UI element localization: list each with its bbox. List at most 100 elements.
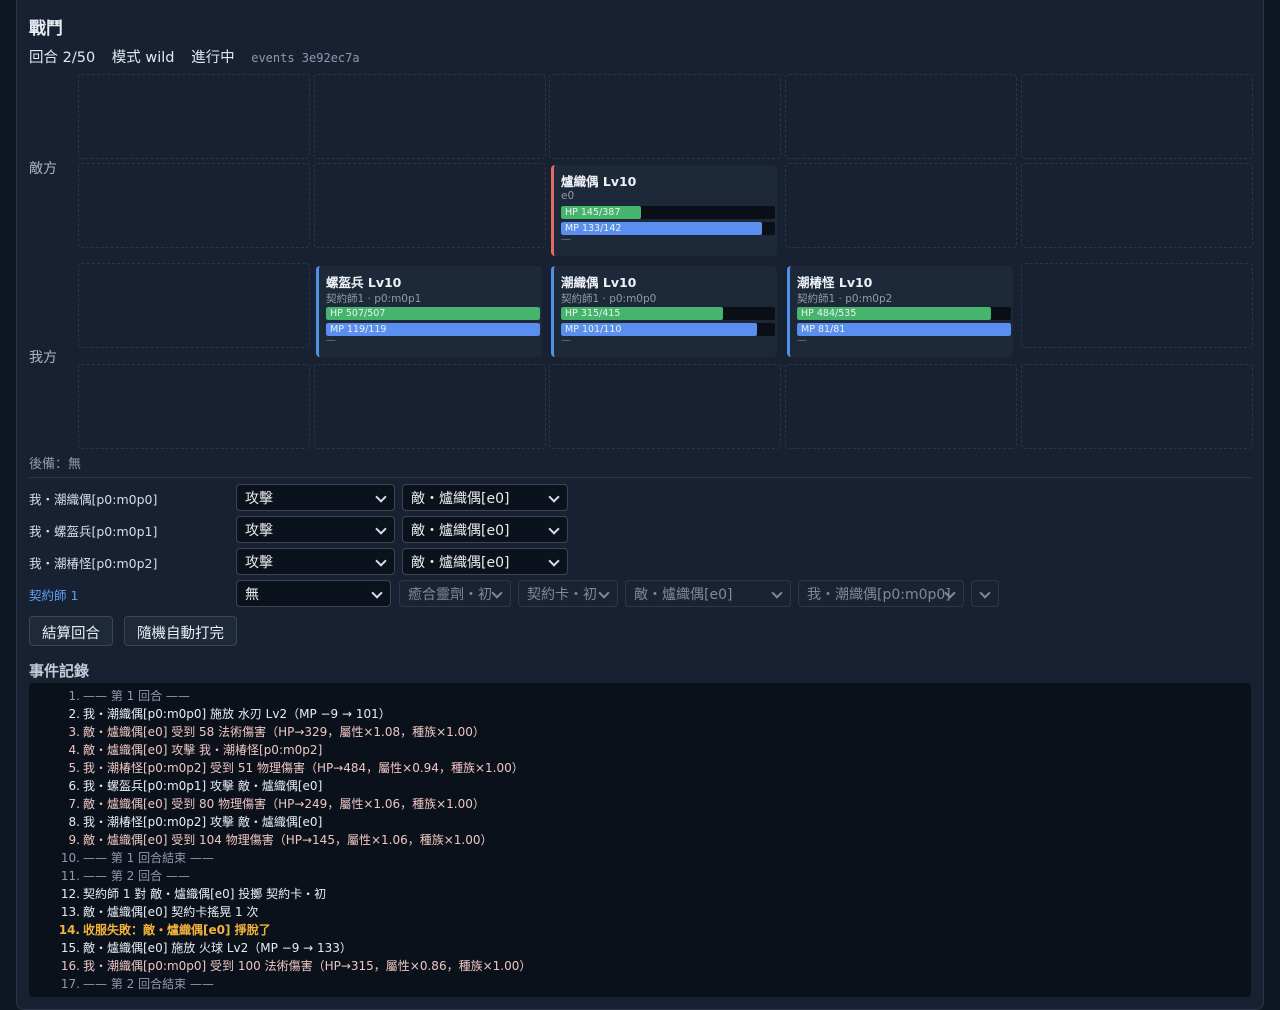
grid-cell — [1021, 263, 1253, 348]
extra-select[interactable] — [971, 580, 999, 607]
hp-bar: HP 145/387 — [561, 206, 775, 219]
mp-bar: MP 133/142 — [561, 222, 775, 235]
log-entry-number: 7. — [68, 797, 80, 811]
unit-id: e0 — [561, 190, 575, 202]
target-select[interactable]: 敵・爐織偶[e0] — [402, 516, 568, 543]
unit-name: 螺盔兵 Lv10 — [326, 275, 402, 290]
hp-text: HP 484/535 — [801, 308, 857, 319]
log-entry: 7. 敵・爐織偶[e0] 受到 80 物理傷害（HP→249，屬性×1.06，種族… — [29, 795, 1251, 813]
grid-cell — [549, 364, 781, 449]
mp-bar: MP 101/110 — [561, 323, 775, 336]
unit-status: — — [561, 335, 571, 346]
log-entry-text: —— 第 1 回合結束 —— — [83, 851, 214, 865]
log-entry: 2. 我・潮織偶[p0:m0p0] 施放 水刃 Lv2（MP −9 → 101） — [29, 705, 1251, 723]
log-entry-text: 敵・爐織偶[e0] 受到 58 法術傷害（HP→329，屬性×1.08，種族×1… — [83, 725, 485, 739]
log-entry: 11. —— 第 2 回合 —— — [29, 867, 1251, 885]
log-entry-number: 16. — [60, 959, 80, 973]
hp-bar: HP 315/415 — [561, 307, 775, 320]
target-select[interactable]: 敵・爐織偶[e0] — [402, 548, 568, 575]
grid-cell — [314, 364, 546, 449]
grid-cell — [314, 163, 546, 248]
mp-bar: MP 81/81 — [797, 323, 1011, 336]
enemy-target-select[interactable]: 敵・爐織偶[e0] — [625, 580, 791, 607]
grid-cell — [78, 163, 310, 248]
enemy-side-label: 敵方 — [29, 161, 57, 177]
ally-side-label: 我方 — [29, 350, 57, 366]
log-entry-number: 1. — [68, 689, 80, 703]
grid-cell — [549, 74, 781, 159]
unit-name: 爐織偶 Lv10 — [561, 174, 637, 189]
log-entry: 12. 契約師 1 對 敵・爐織偶[e0] 投擲 契約卡・初 — [29, 885, 1251, 903]
target-select[interactable]: 敵・爐織偶[e0] — [402, 484, 568, 511]
log-entry: 3. 敵・爐織偶[e0] 受到 58 法術傷害（HP→329，屬性×1.08，種族… — [29, 723, 1251, 741]
log-entry-number: 12. — [60, 887, 80, 901]
battle-status: 回合 2/50 模式 wild 進行中 events 3e92ec7a — [29, 46, 372, 67]
unit-card-ally-m0p2[interactable]: 潮椿怪 Lv10 契約師1 · p0:m0p2 HP 484/535 MP 81… — [787, 266, 1013, 357]
grid-cell — [785, 74, 1017, 159]
mp-text: MP 101/110 — [565, 324, 622, 335]
log-entry-text: —— 第 1 回合 —— — [83, 689, 190, 703]
action-select[interactable]: 攻擊 — [236, 484, 395, 511]
log-entry-text: 契約師 1 對 敵・爐織偶[e0] 投擲 契約卡・初 — [83, 887, 327, 901]
log-entry: 1. —— 第 1 回合 —— — [29, 687, 1251, 705]
event-log[interactable]: 1. —— 第 1 回合 —— 2. 我・潮織偶[p0:m0p0] 施放 水刃 Lv2… — [29, 683, 1251, 997]
log-entry-number: 6. — [68, 779, 80, 793]
log-entry: 8. 我・潮椿怪[p0:m0p2] 攻擊 敵・爐織偶[e0] — [29, 813, 1251, 831]
log-entry-text: 我・潮椿怪[p0:m0p2] 受到 51 物理傷害（HP→484，屬性×0.94… — [83, 761, 524, 775]
log-entry-number: 15. — [60, 941, 80, 955]
unit-card-ally-m0p1[interactable]: 螺盔兵 Lv10 契約師1 · p0:m0p1 HP 507/507 MP 11… — [316, 266, 542, 357]
log-entry-number: 11. — [60, 869, 80, 883]
contractor-link[interactable]: 契約師 1 — [29, 585, 78, 604]
log-entry-number: 2. — [68, 707, 80, 721]
log-entry-number: 8. — [68, 815, 80, 829]
log-entry-text: 敵・爐織偶[e0] 施放 火球 Lv2（MP −9 → 133） — [83, 941, 352, 955]
command-row-label: 我・螺盔兵[p0:m0p1] — [29, 524, 158, 539]
log-entry-text: 敵・爐織偶[e0] 契約卡搖晃 1 次 — [83, 905, 259, 919]
log-entry-text: 敵・爐織偶[e0] 攻擊 我・潮椿怪[p0:m0p2] — [83, 743, 323, 757]
contractor-action-select[interactable]: 無 — [236, 580, 391, 607]
unit-owner: 契約師1 · p0:m0p1 — [326, 293, 422, 305]
log-entry: 13. 敵・爐織偶[e0] 契約卡搖晃 1 次 — [29, 903, 1251, 921]
command-row-label: 我・潮織偶[p0:m0p0] — [29, 492, 158, 507]
unit-status: — — [797, 335, 807, 346]
command-row-label: 我・潮椿怪[p0:m0p2] — [29, 556, 158, 571]
resolve-round-button[interactable]: 結算回合 — [29, 616, 113, 646]
grid-cell — [78, 74, 310, 159]
unit-status: — — [561, 234, 571, 245]
log-entry-text: 收服失敗：敵・爐織偶[e0] 掙脫了 — [83, 923, 271, 937]
grid-cell — [1021, 163, 1253, 248]
mp-text: MP 81/81 — [801, 324, 846, 335]
unit-card-ally-m0p0[interactable]: 潮織偶 Lv10 契約師1 · p0:m0p0 HP 315/415 MP 10… — [551, 266, 777, 357]
item-select[interactable]: 癒合靈劑・初 — [399, 580, 511, 607]
grid-cell — [314, 74, 546, 159]
card-select[interactable]: 契約卡・初 — [518, 580, 618, 607]
log-entry-text: 敵・爐織偶[e0] 受到 104 物理傷害（HP→145，屬性×1.06，種族×… — [83, 833, 493, 847]
event-log-title: 事件記錄 — [29, 662, 90, 680]
log-entry: 4. 敵・爐織偶[e0] 攻擊 我・潮椿怪[p0:m0p2] — [29, 741, 1251, 759]
battle-mode: 模式 wild — [111, 50, 175, 66]
grid-cell — [785, 163, 1017, 248]
log-entry: 5. 我・潮椿怪[p0:m0p2] 受到 51 物理傷害（HP→484，屬性×0.… — [29, 759, 1251, 777]
log-entry-number: 13. — [60, 905, 80, 919]
action-select[interactable]: 攻擊 — [236, 548, 395, 575]
grid-cell — [1021, 364, 1253, 449]
log-entry-text: 我・螺盔兵[p0:m0p1] 攻擊 敵・爐織偶[e0] — [83, 779, 323, 793]
hp-bar: HP 484/535 — [797, 307, 1011, 320]
battle-state: 進行中 — [191, 50, 235, 66]
log-entry: 15. 敵・爐織偶[e0] 施放 火球 Lv2（MP −9 → 133） — [29, 939, 1251, 957]
auto-battle-button[interactable]: 隨機自動打完 — [124, 616, 237, 646]
unit-card-enemy-e0[interactable]: 爐織偶 Lv10 e0 HP 145/387 MP 133/142 — — [551, 165, 777, 256]
hp-text: HP 145/387 — [565, 207, 621, 218]
log-entry: 17. —— 第 2 回合結束 —— — [29, 975, 1251, 993]
unit-name: 潮椿怪 Lv10 — [797, 275, 873, 290]
grid-cell — [1021, 74, 1253, 159]
log-entry-text: 我・潮織偶[p0:m0p0] 受到 100 法術傷害（HP→315，屬性×0.8… — [83, 959, 532, 973]
log-entry-number: 5. — [68, 761, 80, 775]
log-entry: 6. 我・螺盔兵[p0:m0p1] 攻擊 敵・爐織偶[e0] — [29, 777, 1251, 795]
divider — [29, 477, 1251, 478]
battle-panel: 戰鬥 回合 2/50 模式 wild 進行中 events 3e92ec7a 敵… — [16, 0, 1264, 1010]
events-hash: events 3e92ec7a — [251, 51, 360, 65]
action-select[interactable]: 攻擊 — [236, 516, 395, 543]
ally-target-select[interactable]: 我・潮織偶[p0:m0p0] — [798, 580, 964, 607]
unit-owner: 契約師1 · p0:m0p2 — [797, 293, 893, 305]
